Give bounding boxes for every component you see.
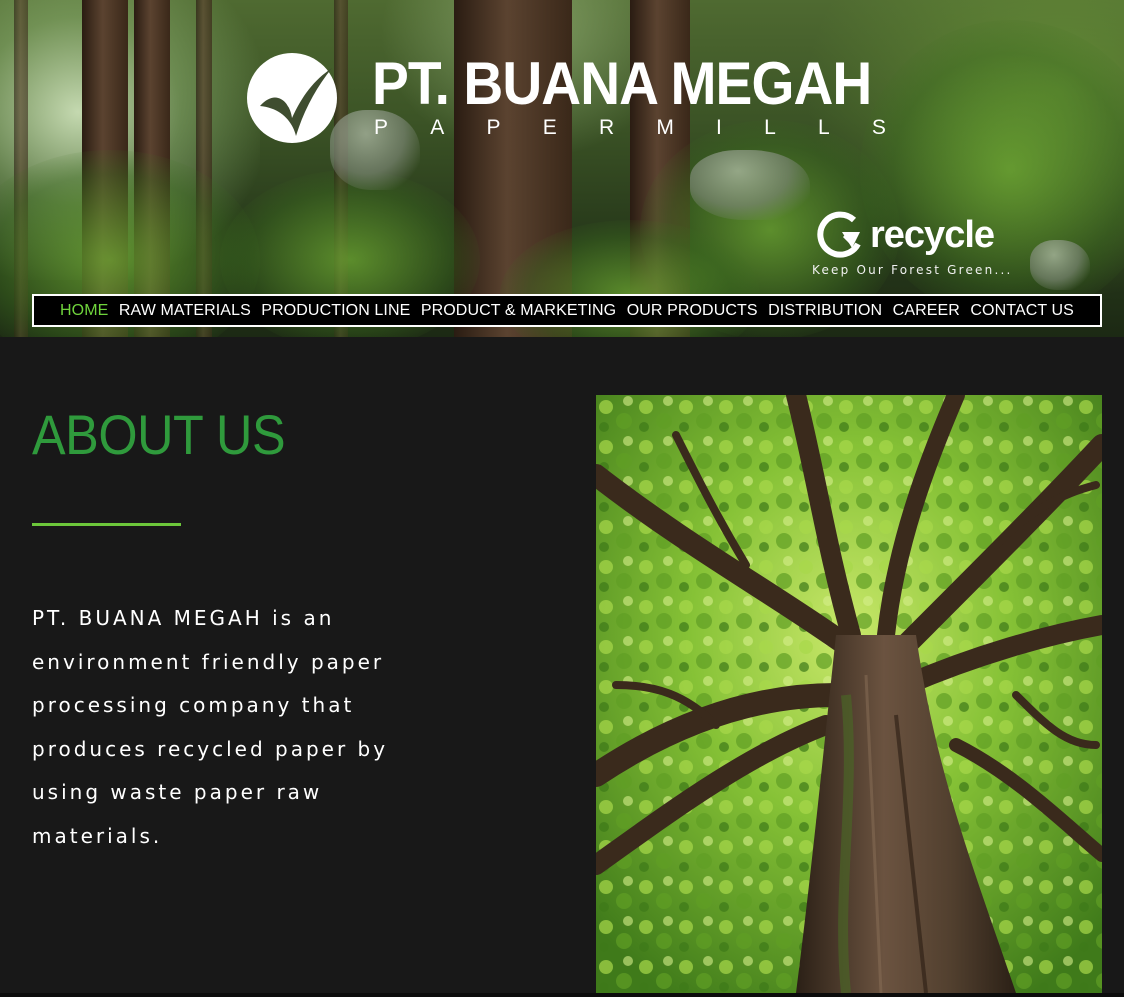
brand-subtitle-letter: P <box>374 116 389 139</box>
brand-subtitle-letter: R <box>598 116 615 139</box>
recycle-tagline: Keep Our Forest Green... <box>812 263 1013 277</box>
nav-item-raw-materials[interactable]: RAW MATERIALS <box>119 302 251 320</box>
tree-canopy-image <box>596 395 1102 993</box>
about-body: PT. BUANA MEGAH is an environment friend… <box>32 606 389 848</box>
bottom-edge <box>0 993 1124 997</box>
brand-subtitle-letter: E <box>542 116 557 139</box>
brand-subtitle-letter: S <box>871 116 886 139</box>
forest-rock <box>690 150 810 220</box>
nav-item-distribution[interactable]: DISTRIBUTION <box>768 302 882 320</box>
recycle-badge: recycle Keep Our Forest Green... <box>812 208 1012 284</box>
brand-subtitle-letter: L <box>818 116 830 139</box>
brand-subtitle-letter: M <box>656 116 674 139</box>
checkmark-circle-logo-icon <box>247 53 337 143</box>
nav-item-contact-us[interactable]: CONTACT US <box>970 302 1074 320</box>
nav-item-career[interactable]: CAREER <box>893 302 960 320</box>
forest-rock <box>1030 240 1090 290</box>
nav-item-home[interactable]: HOME <box>60 302 108 320</box>
recycle-arrow-icon <box>817 211 861 258</box>
about-title: ABOUT US <box>32 403 286 466</box>
brand-subtitle-letter: P <box>486 116 501 139</box>
brand-subtitle-letter: I <box>716 116 722 139</box>
about-divider <box>32 523 181 526</box>
brand-subtitle: P A P E R M I L L S <box>374 117 886 139</box>
brand-title: PT. BUANA MEGAH <box>372 50 872 117</box>
brand-subtitle-letter: L <box>764 116 776 139</box>
hero-banner: PT. BUANA MEGAH P A P E R M I L L S recy… <box>0 0 1124 337</box>
tree-photo <box>596 395 1102 993</box>
brand-subtitle-letter: A <box>430 116 445 139</box>
nav-item-product-marketing[interactable]: PRODUCT & MARKETING <box>421 302 616 320</box>
recycle-word: recycle <box>870 214 995 256</box>
nav-item-production-line[interactable]: PRODUCTION LINE <box>261 302 410 320</box>
nav-item-our-products[interactable]: OUR PRODUCTS <box>627 302 758 320</box>
main-navigation: HOME RAW MATERIALS PRODUCTION LINE PRODU… <box>32 294 1102 327</box>
